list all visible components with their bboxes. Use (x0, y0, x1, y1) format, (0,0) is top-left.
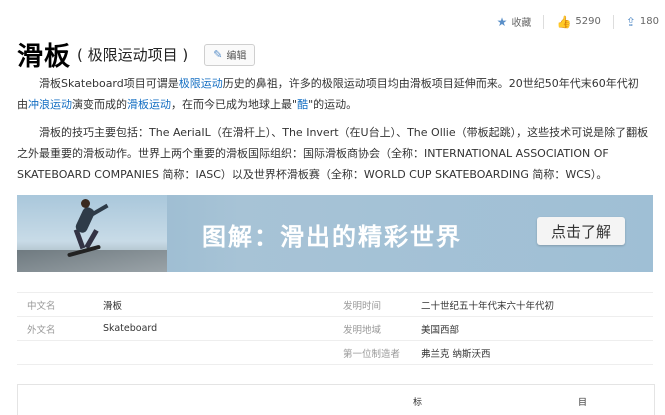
edit-label: 编辑 (226, 51, 247, 62)
link-cool[interactable]: 酷 (297, 98, 308, 111)
page-subtitle: ( 极限运动项目 ) (77, 46, 189, 64)
favorite-button[interactable]: ★ 收藏 (496, 14, 532, 30)
info-value: 二十世纪五十年代末六十年代初 (421, 300, 555, 312)
share-icon: ⇪ (625, 14, 636, 29)
intro-paragraph-2: 滑板的技巧主要包括：The AeriaIL（在滑杆上）、The Invert（在… (17, 126, 649, 181)
info-row: 外文名 Skateboard 发明地域 美国西部 (17, 317, 653, 341)
title-row: 滑板 ( 极限运动项目 ) ✎ 编辑 (17, 36, 256, 73)
text: 演变而成的 (72, 98, 127, 111)
link-extreme-sports[interactable]: 极限运动 (179, 77, 223, 90)
learn-more-button[interactable]: 点击了解 (537, 217, 625, 245)
divider (612, 14, 614, 29)
thumbs-up-icon: 👍 (556, 14, 572, 29)
toc-fragment: 标 (413, 398, 423, 408)
edit-button[interactable]: ✎ 编辑 (204, 43, 256, 66)
info-key: 发明时间 (343, 300, 382, 312)
page-title: 滑板 (17, 42, 72, 72)
link-surfing[interactable]: 冲浪运动 (28, 98, 72, 111)
toc-fragment: 目 (578, 398, 588, 408)
info-row: 第一位制造者 弗兰克 纳斯沃西 (17, 341, 653, 365)
info-value: 滑板 (103, 300, 123, 312)
top-toolbar: ★ 收藏 👍 5290 ⇪ 180 (485, 14, 659, 29)
banner-title: 图解：滑出的精彩世界 (202, 223, 462, 251)
pencil-icon: ✎ (213, 48, 223, 61)
feature-banner[interactable]: 图解：滑出的精彩世界 点击了解 (17, 195, 653, 272)
info-value: 弗兰克 纳斯沃西 (421, 348, 491, 360)
info-key: 中文名 (27, 300, 56, 312)
share-count: 180 (639, 16, 659, 27)
like-button[interactable]: 👍 5290 (556, 15, 600, 29)
info-value: Skateboard (103, 323, 158, 334)
divider (543, 14, 545, 29)
basic-info-table: 中文名 滑板 发明时间 二十世纪五十年代末六十年代初 外文名 Skateboar… (17, 292, 653, 365)
intro-paragraph-1: 滑板Skateboard项目可谓是极限运动历史的鼻祖，许多的极限运动项目均由滑板… (17, 73, 649, 115)
banner-photo (17, 195, 167, 272)
info-key: 发明地域 (343, 324, 382, 336)
info-key: 外文名 (27, 324, 56, 336)
favorite-label: 收藏 (511, 18, 532, 29)
text: 滑板Skateboard项目可谓是 (39, 77, 179, 90)
link-skateboarding[interactable]: 滑板运动 (127, 98, 171, 111)
info-value: 美国西部 (421, 324, 460, 336)
info-row: 中文名 滑板 发明时间 二十世纪五十年代末六十年代初 (17, 292, 653, 317)
share-button[interactable]: ⇪ 180 (626, 15, 659, 29)
like-count: 5290 (575, 16, 601, 27)
info-key: 第一位制造者 (343, 348, 401, 360)
text: ，在而今已成为地球上最" (171, 98, 298, 111)
text: "的运动。 (308, 98, 358, 111)
star-icon: ★ (496, 14, 508, 29)
